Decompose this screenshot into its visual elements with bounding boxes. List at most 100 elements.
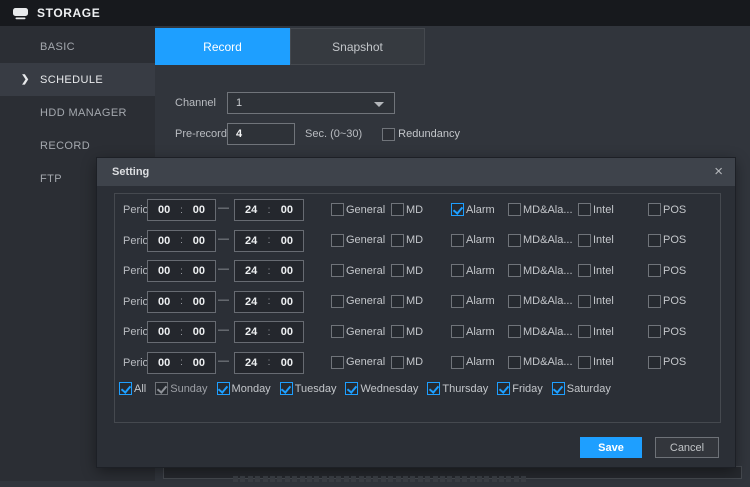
start-time-field[interactable]: 00:00: [147, 260, 216, 282]
prerecord-input[interactable]: 4: [227, 123, 295, 145]
range-dash: —: [218, 263, 229, 275]
general-checkbox[interactable]: [331, 234, 344, 247]
md-checkbox[interactable]: [391, 325, 404, 338]
record-type-alarm: Alarm: [451, 234, 495, 247]
pos-checkbox[interactable]: [648, 356, 661, 369]
alarm-checkbox[interactable]: [451, 356, 464, 369]
md-checkbox[interactable]: [391, 203, 404, 216]
sidebar-item-hdd-manager[interactable]: HDD MANAGER: [0, 96, 155, 129]
grid-square: [233, 476, 238, 482]
alarm-checkbox[interactable]: [451, 264, 464, 277]
day-all-checkbox[interactable]: [119, 382, 132, 395]
md-ala-checkbox[interactable]: [508, 325, 521, 338]
record-type-md-ala: MD&Ala...: [508, 264, 573, 277]
start-time-field[interactable]: 00:00: [147, 291, 216, 313]
md-ala-checkbox[interactable]: [508, 356, 521, 369]
day-label: Saturday: [567, 383, 611, 395]
end-time-field[interactable]: 24:00: [234, 291, 304, 313]
md-ala-checkbox[interactable]: [508, 295, 521, 308]
day-monday-checkbox[interactable]: [217, 382, 230, 395]
alarm-checkbox[interactable]: [451, 325, 464, 338]
md-ala-checkbox[interactable]: [508, 264, 521, 277]
tab-record[interactable]: Record: [155, 28, 290, 65]
day-label: Friday: [512, 383, 543, 395]
intel-checkbox[interactable]: [578, 325, 591, 338]
end-time-field[interactable]: 24:00: [234, 199, 304, 221]
days-row: AllSundayMondayTuesdayWednesdayThursdayF…: [119, 382, 611, 395]
md-ala-checkbox[interactable]: [508, 234, 521, 247]
redundancy-checkbox[interactable]: [382, 128, 395, 141]
record-type-label: General: [346, 234, 385, 246]
intel-checkbox[interactable]: [578, 295, 591, 308]
general-checkbox[interactable]: [331, 356, 344, 369]
record-type-general: General: [331, 264, 385, 277]
day-tuesday-checkbox[interactable]: [280, 382, 293, 395]
record-type-label: General: [346, 356, 385, 368]
record-type-label: General: [346, 295, 385, 307]
record-type-general: General: [331, 295, 385, 308]
general-checkbox[interactable]: [331, 295, 344, 308]
day-sunday-checkbox[interactable]: [155, 382, 168, 395]
record-type-label: Intel: [593, 234, 614, 246]
pos-checkbox[interactable]: [648, 203, 661, 216]
start-time-field[interactable]: 00:00: [147, 352, 216, 374]
end-hour: 24: [245, 326, 257, 338]
grid-square: [477, 476, 482, 482]
record-type-label: Alarm: [466, 295, 495, 307]
record-type-general: General: [331, 356, 385, 369]
md-ala-checkbox[interactable]: [508, 203, 521, 216]
md-checkbox[interactable]: [391, 295, 404, 308]
sidebar-item-basic[interactable]: BASIC: [0, 30, 155, 63]
end-time-field[interactable]: 24:00: [234, 230, 304, 252]
record-type-intel: Intel: [578, 234, 614, 247]
alarm-checkbox[interactable]: [451, 234, 464, 247]
pos-checkbox[interactable]: [648, 264, 661, 277]
general-checkbox[interactable]: [331, 203, 344, 216]
day-wednesday-checkbox[interactable]: [345, 382, 358, 395]
intel-checkbox[interactable]: [578, 264, 591, 277]
sidebar-item-label: FTP: [40, 173, 62, 185]
record-type-md-ala: MD&Ala...: [508, 295, 573, 308]
day-saturday-checkbox[interactable]: [552, 382, 565, 395]
intel-checkbox[interactable]: [578, 234, 591, 247]
start-time-field[interactable]: 00:00: [147, 230, 216, 252]
record-type-label: MD&Ala...: [523, 204, 573, 216]
general-checkbox[interactable]: [331, 325, 344, 338]
md-checkbox[interactable]: [391, 234, 404, 247]
grid-square: [270, 476, 275, 482]
close-icon[interactable]: ×: [714, 162, 723, 182]
day-friday-checkbox[interactable]: [497, 382, 510, 395]
channel-select[interactable]: 1: [227, 92, 395, 114]
pos-checkbox[interactable]: [648, 234, 661, 247]
day-thursday-checkbox[interactable]: [427, 382, 440, 395]
grid-square: [455, 476, 460, 482]
intel-checkbox[interactable]: [578, 356, 591, 369]
md-checkbox[interactable]: [391, 356, 404, 369]
sidebar-item-schedule[interactable]: ❯SCHEDULE: [0, 63, 155, 96]
grid-square: [285, 476, 290, 482]
sidebar-item-label: SCHEDULE: [40, 74, 103, 86]
record-type-general: General: [331, 203, 385, 216]
grid-square: [396, 476, 401, 482]
start-time-field[interactable]: 00:00: [147, 321, 216, 343]
alarm-checkbox[interactable]: [451, 203, 464, 216]
grid-square: [388, 476, 393, 482]
md-checkbox[interactable]: [391, 264, 404, 277]
intel-checkbox[interactable]: [578, 203, 591, 216]
start-time-field[interactable]: 00:00: [147, 199, 216, 221]
sidebar-item-label: RECORD: [40, 140, 90, 152]
save-button[interactable]: Save: [580, 437, 642, 458]
pos-checkbox[interactable]: [648, 295, 661, 308]
alarm-checkbox[interactable]: [451, 295, 464, 308]
time-colon: :: [268, 296, 271, 307]
dialog-title: Setting: [112, 166, 149, 178]
period-row-period1: Period100:00—24:00GeneralMDAlarmMD&Ala..…: [115, 199, 720, 221]
end-time-field[interactable]: 24:00: [234, 260, 304, 282]
end-time-field[interactable]: 24:00: [234, 321, 304, 343]
pos-checkbox[interactable]: [648, 325, 661, 338]
cancel-button[interactable]: Cancel: [655, 437, 719, 458]
general-checkbox[interactable]: [331, 264, 344, 277]
start-minute: 00: [193, 265, 205, 277]
end-time-field[interactable]: 24:00: [234, 352, 304, 374]
tab-snapshot[interactable]: Snapshot: [290, 28, 425, 65]
